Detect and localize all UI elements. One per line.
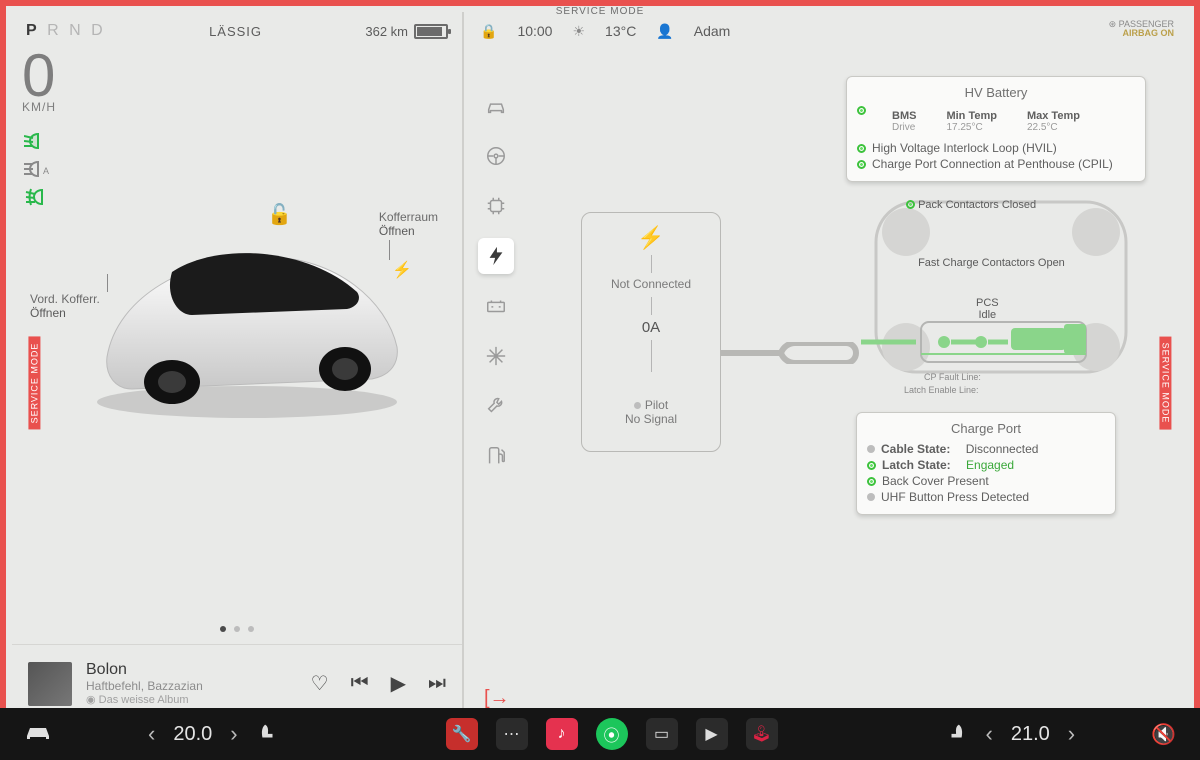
- video-app-icon[interactable]: ▶: [696, 718, 728, 750]
- track-title: Bolon: [86, 661, 203, 679]
- tab-charge[interactable]: [478, 238, 514, 274]
- page-dots[interactable]: [220, 626, 254, 632]
- fog-light-icon: [24, 188, 54, 206]
- outside-temp: 13°C: [605, 23, 636, 39]
- user-icon[interactable]: 👤: [656, 23, 673, 40]
- album-art[interactable]: [28, 662, 72, 706]
- latch-enable-line: Latch Enable Line:: [904, 385, 979, 395]
- pilot-label: Pilot: [645, 398, 668, 412]
- pcs-status: PCSIdle: [976, 297, 999, 321]
- play-button[interactable]: ▶: [391, 671, 406, 696]
- temp-right-up[interactable]: ›: [1068, 721, 1075, 747]
- tab-battery[interactable]: [478, 288, 514, 324]
- auto-high-beam-icon: A: [24, 160, 50, 178]
- charge-bolt-icon: ⚡: [590, 225, 712, 251]
- temp-left-up[interactable]: ›: [230, 721, 237, 747]
- airbag-indicator: ⊛ PASSENGER AIRBAG ON: [1109, 20, 1174, 38]
- frunk-callout[interactable]: Vord. Kofferr. Öffnen: [30, 292, 100, 320]
- bottom-bar: ‹ 20.0 › 🔧 ⋯ ♪ ⦿ ▭ ▶ 🕹 ‹ 21.0 › 🔇: [0, 708, 1200, 760]
- gear-selector: P R N D: [26, 22, 106, 40]
- more-apps-icon[interactable]: ⋯: [496, 718, 528, 750]
- cluster-pane: P R N D LÄSSIG 362 km 0 KM/H A: [12, 12, 462, 722]
- chassis-graphic: [826, 182, 1176, 392]
- service-app-icon[interactable]: 🔧: [446, 718, 478, 750]
- spotify-app-icon[interactable]: ⦿: [596, 718, 628, 750]
- trunk-callout[interactable]: Kofferraum Öffnen: [379, 210, 438, 238]
- track-artist: Haftbefehl, Bazzazian: [86, 679, 203, 693]
- pack-contactors-status: Pack Contactors Closed: [906, 199, 1036, 211]
- light-indicators: A: [24, 132, 54, 206]
- favorite-button[interactable]: ♡: [311, 671, 329, 696]
- temp-right-down[interactable]: ‹: [986, 721, 993, 747]
- lock-icon[interactable]: 🔓: [267, 202, 292, 227]
- fast-charge-status: Fast Charge Contactors Open: [906, 257, 1065, 269]
- car-render: [77, 217, 417, 427]
- cp-fault-line: CP Fault Line:: [924, 372, 981, 382]
- charge-status-panel: ⚡ Not Connected 0A Pilot No Signal: [581, 212, 721, 452]
- charge-port-icon[interactable]: ⚡: [392, 260, 412, 280]
- low-beam-icon: [24, 132, 50, 150]
- charge-status: Not Connected: [590, 277, 712, 291]
- tab-tools[interactable]: [478, 388, 514, 424]
- car-status-icon[interactable]: [24, 722, 52, 747]
- volume-mute-icon[interactable]: 🔇: [1151, 722, 1176, 747]
- next-track-button[interactable]: ⏭: [428, 672, 446, 695]
- track-album: ◉ Das weisse Album: [86, 693, 203, 706]
- speed-value: 0: [22, 52, 56, 100]
- exit-service-button[interactable]: [→: [484, 687, 510, 710]
- hv-battery-card: HV Battery BMSDrive Min Temp17.25°C Max …: [846, 76, 1146, 182]
- battery-icon: [414, 24, 448, 39]
- temp-left[interactable]: 20.0: [173, 723, 212, 746]
- tab-vehicle[interactable]: [478, 88, 514, 124]
- temp-left-down[interactable]: ‹: [148, 721, 155, 747]
- charge-amps: 0A: [590, 319, 712, 336]
- temp-right[interactable]: 21.0: [1011, 723, 1050, 746]
- user-name[interactable]: Adam: [694, 23, 731, 39]
- charge-port-card: Charge Port Cable State: Disconnected La…: [856, 412, 1116, 515]
- music-app-icon[interactable]: ♪: [546, 718, 578, 750]
- tab-cpu[interactable]: [478, 188, 514, 224]
- seat-heater-left-icon[interactable]: [256, 721, 278, 748]
- tab-thermal[interactable]: [478, 338, 514, 374]
- range-label: 362 km: [365, 24, 408, 39]
- lock-status-icon[interactable]: 🔒: [480, 23, 497, 40]
- game-app-icon[interactable]: 🕹: [746, 718, 778, 750]
- clock: 10:00: [517, 23, 552, 39]
- svg-text:A: A: [43, 166, 49, 176]
- tab-steering[interactable]: [478, 138, 514, 174]
- weather-icon: ☀: [572, 23, 585, 40]
- pilot-value: No Signal: [625, 412, 677, 426]
- radio-app-icon[interactable]: ▭: [646, 718, 678, 750]
- tab-fuel[interactable]: [478, 438, 514, 474]
- drive-profile: LÄSSIG: [209, 24, 262, 39]
- speed-unit: KM/H: [22, 100, 56, 114]
- service-pane: 🔒 10:00 ☀ 13°C 👤 Adam ⊛ PASSENGER AIRBAG…: [466, 12, 1188, 722]
- seat-heater-right-icon[interactable]: [946, 721, 968, 748]
- prev-track-button[interactable]: ⏮: [351, 672, 369, 695]
